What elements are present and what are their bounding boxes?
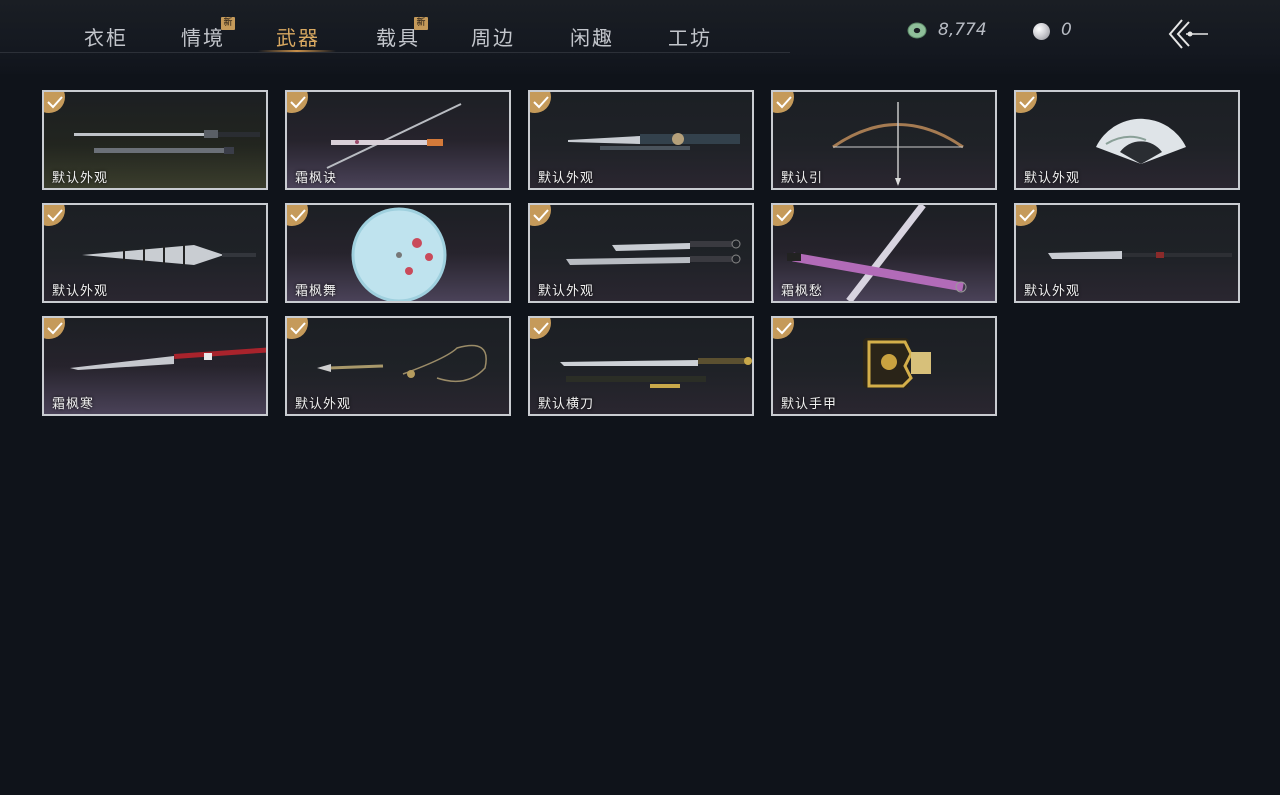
item-label: 默认外观 xyxy=(538,171,595,186)
item-label: 霜枫愁 xyxy=(781,284,824,299)
equipped-check-icon xyxy=(287,205,308,226)
category-tabs: 衣柜 情境 新 武器 载具 新 周边 闲趣 工坊 xyxy=(0,0,790,53)
item-label: 霜枫寒 xyxy=(52,397,95,412)
equipped-check-icon xyxy=(287,92,308,113)
jade-amount: 8,774 xyxy=(938,20,987,40)
weapon-card[interactable]: 默认手甲 xyxy=(771,316,997,416)
equipped-check-icon xyxy=(1016,92,1037,113)
equipped-check-icon xyxy=(44,205,65,226)
item-label: 默认引 xyxy=(781,171,824,186)
weapon-card[interactable]: 默认外观 xyxy=(285,316,511,416)
back-arrow-icon[interactable] xyxy=(1166,18,1212,50)
weapon-card[interactable]: 霜枫愁 xyxy=(771,203,997,303)
weapon-card[interactable]: 默认外观 xyxy=(1014,90,1240,190)
weapon-card[interactable]: 默认引 xyxy=(771,90,997,190)
equipped-check-icon xyxy=(44,318,65,339)
item-label: 默认横刀 xyxy=(538,397,595,412)
equipped-check-icon xyxy=(773,318,794,339)
tab-scene[interactable]: 情境 xyxy=(181,22,225,51)
equipped-check-icon xyxy=(773,92,794,113)
item-label: 默认外观 xyxy=(1024,171,1081,186)
equipped-check-icon xyxy=(530,205,551,226)
jade-coin-icon xyxy=(907,22,927,39)
weapon-card[interactable]: 默认外观 xyxy=(42,90,268,190)
tab-accessories[interactable]: 周边 xyxy=(471,22,515,51)
equipped-check-icon xyxy=(1016,205,1037,226)
tab-leisure[interactable]: 闲趣 xyxy=(570,22,614,51)
weapon-card[interactable]: 霜枫舞 xyxy=(285,203,511,303)
weapon-card[interactable]: 霜枫寒 xyxy=(42,316,268,416)
weapon-card[interactable]: 默认外观 xyxy=(528,203,754,303)
item-label: 默认外观 xyxy=(295,397,352,412)
equipped-check-icon xyxy=(773,205,794,226)
weapon-card[interactable]: 默认外观 xyxy=(528,90,754,190)
equipped-check-icon xyxy=(530,92,551,113)
weapon-card[interactable]: 默认横刀 xyxy=(528,316,754,416)
equipped-check-icon xyxy=(530,318,551,339)
equipped-check-icon xyxy=(44,92,65,113)
active-tab-underline xyxy=(258,50,336,52)
item-label: 默认外观 xyxy=(52,284,109,299)
item-label: 霜枫舞 xyxy=(295,284,338,299)
new-badge: 新 xyxy=(221,17,235,30)
item-label: 默认手甲 xyxy=(781,397,838,412)
equipped-check-icon xyxy=(287,318,308,339)
weapon-card[interactable]: 霜枫诀 xyxy=(285,90,511,190)
item-label: 默认外观 xyxy=(1024,284,1081,299)
tab-weapons[interactable]: 武器 xyxy=(276,22,320,51)
pearl-amount: 0 xyxy=(1061,20,1072,40)
item-label: 默认外观 xyxy=(52,171,109,186)
tab-workshop[interactable]: 工坊 xyxy=(668,22,712,51)
weapon-card[interactable]: 默认外观 xyxy=(1014,203,1240,303)
new-badge: 新 xyxy=(414,17,428,30)
item-label: 霜枫诀 xyxy=(295,171,338,186)
item-label: 默认外观 xyxy=(538,284,595,299)
top-bar: 衣柜 情境 新 武器 载具 新 周边 闲趣 工坊 8,774 0 xyxy=(0,0,1280,74)
tab-wardrobe[interactable]: 衣柜 xyxy=(84,22,128,51)
weapon-card[interactable]: 默认外观 xyxy=(42,203,268,303)
pearl-icon xyxy=(1033,23,1050,40)
